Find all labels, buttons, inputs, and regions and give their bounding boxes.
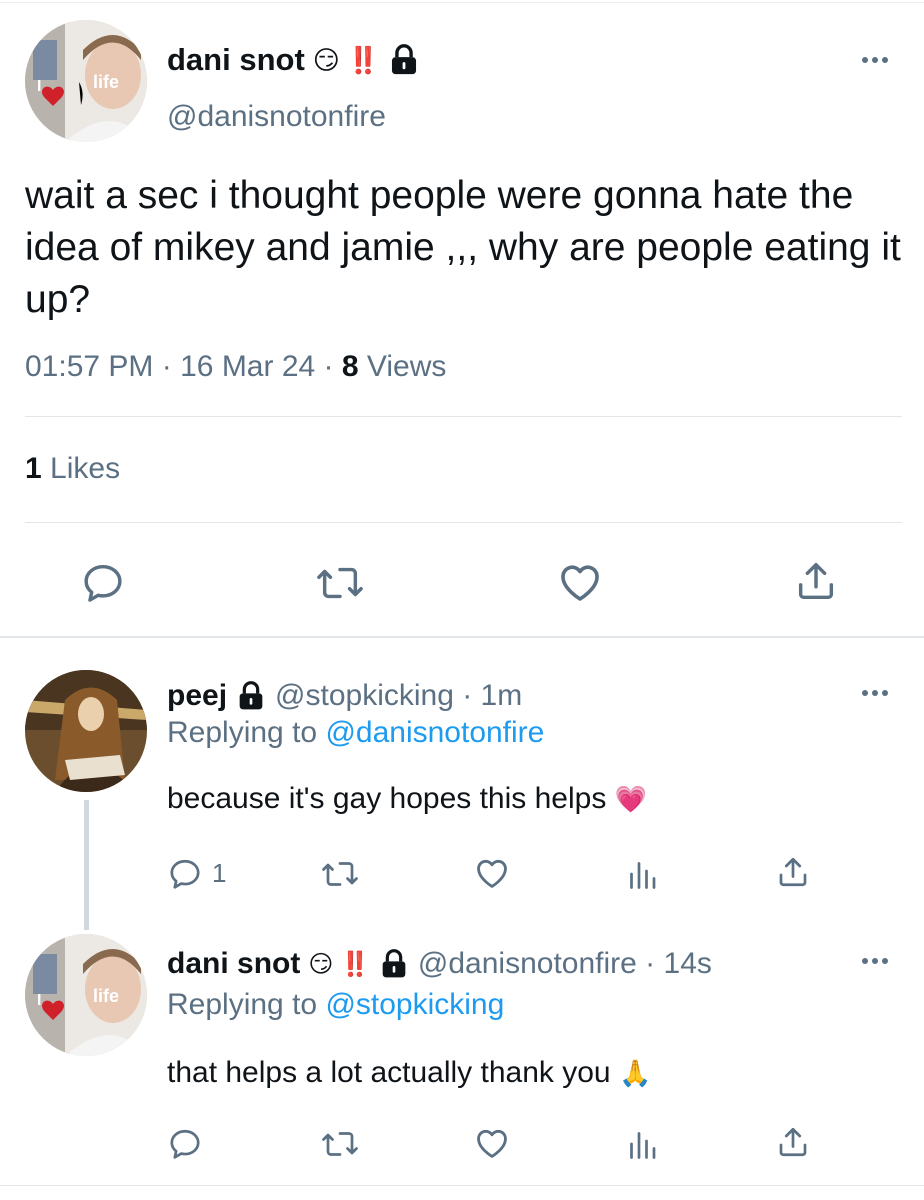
retweet-icon[interactable] — [315, 560, 365, 606]
name-emoji: 😏 ‼️ — [308, 950, 370, 978]
meta-separator: · — [161, 350, 172, 383]
reply-bubble-icon[interactable] — [80, 560, 126, 606]
replying-prefix: Replying to — [167, 988, 318, 1021]
replying-to-handle[interactable]: @stopkicking — [325, 988, 504, 1021]
author-name-row: dani snot 😏 ‼️ — [167, 40, 421, 80]
heart-icon[interactable] — [472, 1124, 512, 1162]
avatar-photo — [25, 20, 147, 142]
likes-stat[interactable]: 1 Likes — [25, 452, 120, 486]
name-emoji: 😏 ‼️ — [312, 44, 380, 75]
retweet-icon[interactable] — [320, 856, 360, 892]
section-divider — [0, 636, 924, 638]
avatar-text-right: life — [93, 986, 120, 1006]
tweet-time[interactable]: 01:57 PM — [25, 350, 153, 383]
likes-label: Likes — [50, 452, 121, 485]
avatar[interactable] — [25, 670, 147, 792]
retweet-icon[interactable] — [320, 1126, 360, 1162]
tweet-date[interactable]: 16 Mar 24 — [180, 350, 315, 383]
reply-text: that helps a lot actually thank you — [167, 1056, 611, 1089]
lock-icon — [382, 949, 406, 978]
pray-emoji: 🙏 — [618, 1058, 652, 1088]
reply-bubble-icon[interactable] — [167, 1126, 203, 1162]
replying-prefix: Replying to — [167, 716, 318, 749]
replying-to: Replying to @stopkicking — [167, 988, 504, 1022]
heart-icon[interactable] — [555, 558, 605, 606]
reply-body: because it's gay hopes this helps 💗 — [167, 782, 647, 816]
tweet-meta: 01:57 PM · 16 Mar 24 · 8 Views — [25, 350, 446, 384]
avatar[interactable]: I life — [25, 20, 147, 142]
lock-icon — [239, 681, 263, 710]
avatar-text-right: life — [93, 72, 120, 92]
replying-to-handle[interactable]: @danisnotonfire — [325, 716, 544, 749]
likes-count: 1 — [25, 452, 42, 485]
bottom-divider — [0, 1185, 924, 1186]
tweet-body: wait a sec i thought people were gonna h… — [25, 174, 901, 321]
reply-count: 1 — [212, 858, 227, 888]
reply-text: because it's gay hopes this helps — [167, 782, 607, 815]
author-handle[interactable]: @danisnotonfire — [167, 100, 386, 134]
reply-header: peej @stopkicking · 1m — [167, 676, 522, 716]
more-horizontal-icon[interactable] — [860, 688, 890, 698]
more-horizontal-icon[interactable] — [860, 956, 890, 966]
avatar-text-left: I — [37, 78, 42, 95]
analytics-bars-icon[interactable] — [624, 1126, 660, 1162]
analytics-bars-icon[interactable] — [624, 856, 660, 892]
meta-divider — [25, 416, 902, 417]
handle-and-time[interactable]: @stopkicking · 1m — [275, 679, 522, 713]
display-name[interactable]: peej — [167, 679, 227, 713]
views-count: 8 — [341, 350, 359, 383]
avatar-photo — [25, 934, 147, 1056]
top-divider — [0, 2, 924, 3]
share-upload-icon[interactable] — [793, 558, 839, 604]
avatar-painting — [25, 670, 147, 792]
views-label: Views — [366, 350, 447, 383]
replying-to: Replying to @danisnotonfire — [167, 716, 544, 750]
share-upload-icon[interactable] — [775, 1124, 811, 1160]
heart-emoji: 💗 — [614, 784, 648, 814]
reply-header: dani snot 😏 ‼️ @danisnotonfire · 14s — [167, 944, 712, 984]
avatar-text-left: I — [37, 992, 42, 1009]
heart-icon[interactable] — [472, 854, 512, 892]
avatar[interactable]: I life — [25, 934, 147, 1056]
more-horizontal-icon[interactable] — [860, 55, 890, 65]
thread-line — [84, 800, 89, 930]
display-name[interactable]: dani snot — [167, 42, 305, 78]
likes-divider — [25, 522, 902, 523]
share-upload-icon[interactable] — [775, 854, 811, 890]
reply-body: that helps a lot actually thank you 🙏 — [167, 1056, 651, 1090]
display-name[interactable]: dani snot — [167, 947, 300, 981]
meta-separator: · — [323, 350, 334, 383]
handle-and-time[interactable]: @danisnotonfire · 14s — [418, 947, 712, 981]
reply-bubble-icon[interactable] — [167, 856, 203, 892]
lock-icon — [392, 44, 417, 75]
